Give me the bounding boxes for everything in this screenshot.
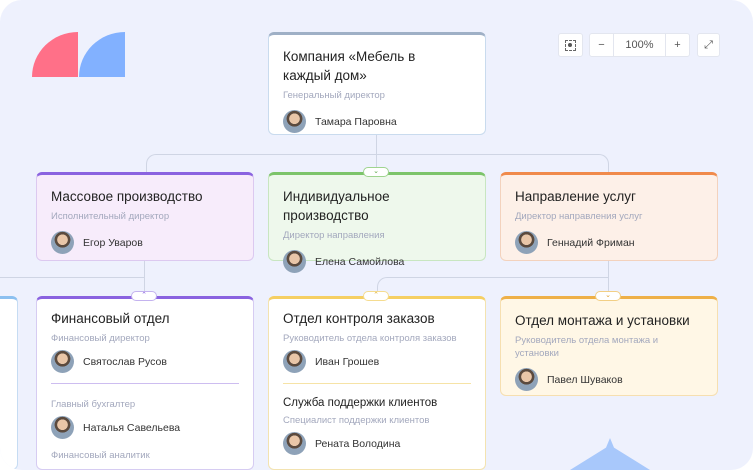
focus-icon [565, 39, 576, 51]
avatar [283, 250, 306, 273]
expand-icon: ⤢ [704, 38, 713, 51]
avatar [51, 416, 74, 439]
root-card[interactable]: Компания «Мебель в каждый дом» Генеральн… [268, 32, 486, 135]
collapse-toggle[interactable]: ⌄ [595, 291, 621, 301]
collapse-toggle[interactable]: ⌃ [363, 291, 389, 301]
decorative-shape [570, 438, 650, 470]
fullscreen-button[interactable]: ⤢ [697, 33, 720, 57]
card-role: Директор направления [283, 230, 385, 241]
collapse-toggle[interactable]: ⌃ [131, 291, 157, 301]
card-role: Руководитель отдела монтажа и установки [515, 335, 659, 359]
member-role: Финансовый аналитик [51, 450, 150, 461]
division-card[interactable]: Направление услуг Директор направления у… [500, 172, 718, 261]
logo-shape-pink [32, 32, 78, 77]
connector [0, 277, 144, 278]
card-role: Генеральный директор [283, 90, 385, 101]
divider [51, 383, 239, 384]
person-name: Тамара Паровна [315, 115, 397, 128]
avatar [283, 350, 306, 373]
department-card[interactable]: Отдел монтажа и установки Руководитель о… [500, 296, 718, 396]
department-card[interactable]: Финансовый отдел Финансовый директор Свя… [36, 296, 254, 470]
person-name: Павел Шуваков [547, 373, 623, 386]
card-title: Индивидуальное производство [283, 189, 390, 223]
person-name: Наталья Савельева [83, 421, 181, 434]
card-title: Финансовый отдел [51, 311, 170, 326]
card-role: Финансовый директор [51, 333, 150, 344]
partial-card[interactable] [0, 296, 18, 470]
divider [283, 383, 471, 384]
collapse-toggle[interactable]: ⌄ [363, 167, 389, 177]
avatar [515, 231, 538, 254]
card-title: Отдел монтажа и установки [515, 313, 690, 328]
member-role: Главный бухгалтер [51, 399, 136, 410]
card-role: Руководитель отдела контроля заказов [283, 333, 457, 344]
avatar [51, 231, 74, 254]
person-name: Геннадий Фриман [547, 236, 635, 249]
division-card[interactable]: Массовое производство Исполнительный дир… [36, 172, 254, 261]
division-card[interactable]: Индивидуальное производство Директор нап… [268, 172, 486, 273]
logo-shape-blue [79, 32, 125, 77]
person-name: Егор Уваров [83, 236, 143, 249]
card-role: Специалист поддержки клиентов [283, 415, 430, 426]
card-role: Директор направления услуг [515, 211, 643, 222]
avatar [283, 110, 306, 133]
avatar [515, 368, 538, 391]
card-title: Отдел контроля заказов [283, 311, 435, 326]
org-chart-canvas[interactable]: − 100% + ⤢ Компания «Мебель в каждый дом… [0, 0, 753, 470]
person-name: Святослав Русов [83, 355, 167, 368]
person-name: Елена Самойлова [315, 255, 405, 268]
zoom-level: 100% [613, 33, 666, 57]
card-title: Компания «Мебель в каждый дом» [283, 49, 416, 83]
connector [377, 277, 609, 296]
zoom-out-button[interactable]: − [589, 33, 614, 57]
sub-unit-title: Служба поддержки клиентов [283, 397, 438, 409]
connector [376, 134, 377, 154]
person-name: Рената Володина [315, 437, 401, 450]
fit-to-screen-button[interactable] [558, 33, 583, 57]
avatar [51, 350, 74, 373]
avatar [283, 432, 306, 455]
person-name: Иван Грошев [315, 355, 380, 368]
card-title: Массовое производство [51, 189, 203, 204]
zoom-in-button[interactable]: + [665, 33, 690, 57]
card-title: Направление услуг [515, 189, 636, 204]
department-card[interactable]: Отдел контроля заказов Руководитель отде… [268, 296, 486, 470]
card-role: Исполнительный директор [51, 211, 170, 222]
